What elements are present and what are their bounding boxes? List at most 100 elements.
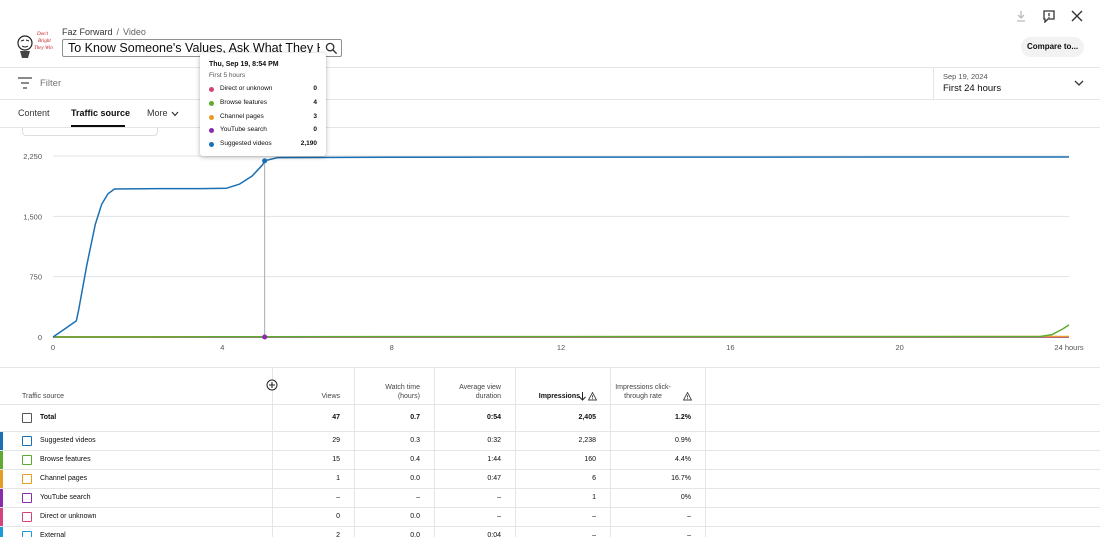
column-header-watch-time[interactable]: Watch time (hours) (354, 368, 434, 405)
table-row[interactable]: Suggested videos 29 0.3 0:32 2,238 0.9% (0, 431, 1100, 450)
cell-watch-time: 0.4 (410, 456, 420, 463)
table-row[interactable]: YouTube search – – – 1 0% (0, 488, 1100, 507)
source-name: Direct or unknown (40, 513, 97, 520)
breadcrumb-separator: / (116, 27, 120, 37)
chevron-down-icon (171, 111, 178, 117)
line-chart: 0 750 1,500 2,250 0 4 8 12 16 20 24 hours (23, 152, 1084, 352)
column-header-ctr[interactable]: Impressions click-through rate (610, 368, 705, 405)
breadcrumb: Faz Forward / Video (62, 27, 146, 37)
search-icon[interactable] (325, 42, 338, 55)
header-label: Impressions (538, 393, 580, 400)
traffic-source-table: Traffic source Views Watch time (hours) … (0, 367, 1100, 537)
header-label: Average view duration (459, 384, 501, 400)
filter-icon[interactable] (18, 77, 32, 89)
column-header-average-view-duration[interactable]: Average view duration (434, 368, 515, 405)
cell-watch-time: – (416, 494, 420, 501)
sort-descending-icon[interactable] (579, 392, 586, 401)
tooltip-series-name: Direct or unknown (220, 85, 273, 92)
cell-ctr: 0% (680, 494, 691, 501)
tooltip-row: Browse features 4 (209, 99, 317, 109)
table-row[interactable]: Direct or unknown 0 0.0 – – – (0, 507, 1100, 526)
table-row-total[interactable]: Total 47 0.7 0:54 2,405 1.2% (0, 404, 1100, 431)
chart-metric-dropdown[interactable] (22, 128, 158, 136)
tooltip-row: Channel pages 3 (209, 113, 317, 123)
series-dot (209, 87, 214, 92)
checkbox[interactable] (22, 531, 32, 537)
checkbox[interactable] (22, 455, 32, 465)
checkbox[interactable] (22, 493, 32, 503)
cell-views: 0 (336, 513, 340, 520)
warning-icon[interactable] (683, 392, 692, 401)
table-row[interactable]: Channel pages 1 0.0 0:47 6 16.7% (0, 469, 1100, 488)
source-name: Suggested videos (40, 437, 96, 444)
breadcrumb-channel[interactable]: Faz Forward (62, 27, 113, 37)
table-row[interactable]: Browse features 15 0.4 1:44 160 4.4% (0, 450, 1100, 469)
cell-impressions: 1 (592, 494, 596, 501)
source-name: YouTube search (40, 494, 91, 501)
series-color-bar (0, 432, 3, 450)
header-label: Traffic source (22, 393, 65, 400)
hover-point (262, 334, 268, 340)
column-header-traffic-source: Traffic source (0, 368, 278, 405)
active-tab-indicator (71, 125, 125, 127)
checkbox[interactable] (22, 474, 32, 484)
feedback-icon[interactable] (1042, 9, 1056, 23)
filter-row: Filter Sep 19, 2024 First 24 hours (0, 68, 1100, 100)
header-label: Watch time (hours) (385, 384, 420, 400)
warning-icon[interactable] (588, 392, 597, 401)
checkbox[interactable] (22, 436, 32, 446)
x-tick-label: 12 (557, 343, 565, 352)
breadcrumb-section: Video (123, 27, 146, 37)
series-color-bar (0, 489, 3, 507)
analytics-page: Don't Bright They Win Faz Forward / Video … (0, 0, 1100, 537)
tab-content[interactable]: Content (18, 108, 50, 118)
download-icon[interactable] (1014, 9, 1028, 23)
checkbox[interactable] (22, 512, 32, 522)
tooltip-row: Suggested videos 2,190 (209, 140, 317, 150)
column-header-views[interactable]: Views (272, 368, 354, 405)
series-dot (209, 114, 214, 120)
series-line-browse-features (53, 324, 1070, 338)
checkbox[interactable] (22, 413, 32, 423)
cell-ctr: 1.2% (675, 414, 691, 421)
header-label: Impressions click-through rate (615, 384, 671, 400)
date-range-picker[interactable]: Sep 19, 2024 First 24 hours (933, 68, 1100, 100)
series-color-bar (0, 508, 3, 526)
cell-ctr: 16.7% (671, 475, 691, 482)
cell-impressions: – (592, 513, 596, 520)
y-tick-label: 0 (38, 333, 42, 342)
tooltip-series-value: 3 (313, 112, 317, 120)
source-name: External (40, 532, 66, 537)
table-row[interactable]: External 2 0.0 0:04 – – (0, 526, 1100, 537)
cell-ctr: 4.4% (675, 456, 691, 463)
cell-watch-time: 0.3 (410, 437, 420, 444)
channel-logo: Don't Bright They Win (17, 32, 53, 58)
cell-ctr: – (687, 532, 691, 537)
cell-views: 1 (336, 475, 340, 482)
cell-views: 15 (332, 456, 340, 463)
close-icon[interactable] (1070, 9, 1084, 23)
tab-traffic-source[interactable]: Traffic source (71, 108, 130, 118)
cell-views: 47 (332, 414, 340, 421)
chevron-down-icon (1074, 80, 1084, 86)
series-dot (209, 128, 214, 134)
cell-views: 2 (336, 532, 340, 537)
compare-button[interactable]: Compare to... (1021, 37, 1084, 57)
tooltip-date: Thu, Sep 19, 8:54 PM (209, 61, 279, 68)
cell-watch-time: 0.7 (410, 414, 420, 421)
tooltip-series-name: YouTube search (220, 126, 267, 134)
cell-avg-duration: 1:44 (487, 456, 501, 463)
tab-more[interactable]: More (147, 108, 179, 118)
column-header-impressions[interactable]: Impressions (515, 368, 610, 405)
cell-impressions: 2,405 (578, 414, 596, 421)
svg-text:Don't: Don't (36, 32, 49, 37)
svg-text:Bright: Bright (38, 39, 51, 44)
cell-impressions: 6 (592, 475, 596, 482)
source-name: Channel pages (40, 475, 88, 482)
cell-ctr: – (687, 513, 691, 520)
series-dot (209, 100, 214, 106)
cell-avg-duration: 0:04 (487, 532, 501, 537)
x-tick-label: 16 (726, 343, 734, 352)
tooltip-series-value: 0 (313, 126, 317, 134)
filter-input[interactable]: Filter (40, 78, 61, 89)
